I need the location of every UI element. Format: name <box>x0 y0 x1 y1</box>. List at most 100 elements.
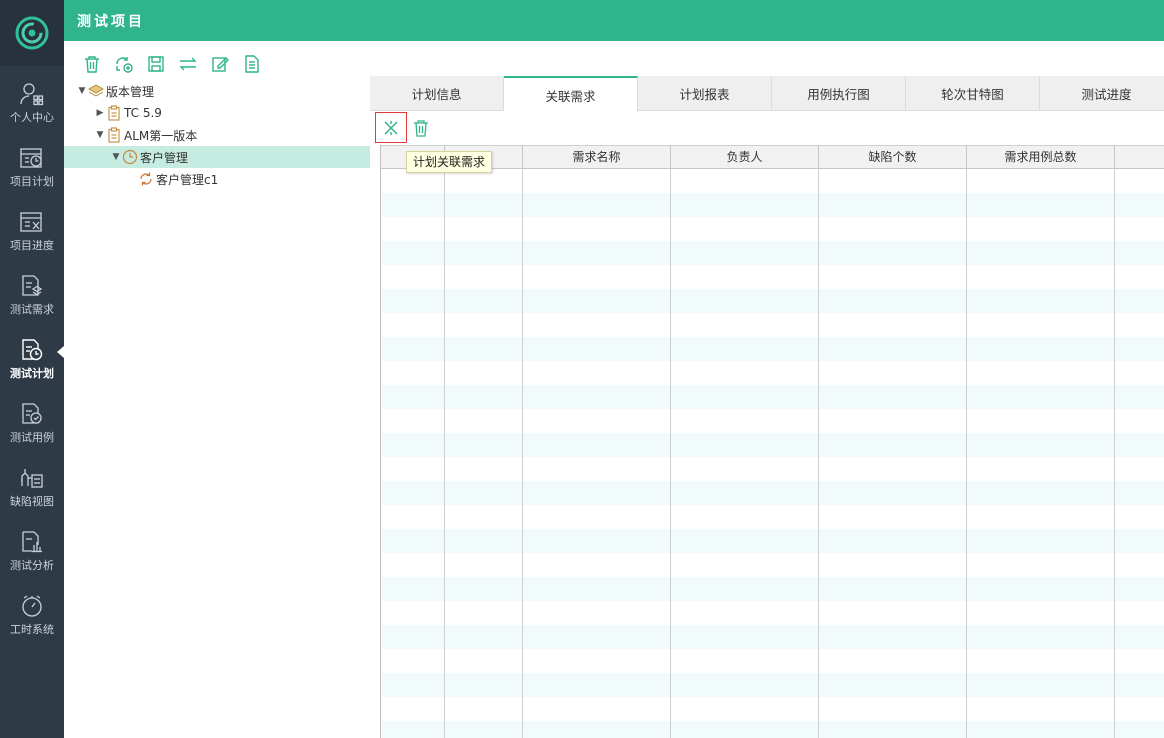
grid-body <box>381 169 1164 738</box>
left-nav: 个人中心 项目计划 项目进度 测试需求 测试计划 测试用例 缺陷视图 测试分析 … <box>0 0 64 738</box>
edit-button[interactable] <box>204 53 236 75</box>
table-row <box>381 673 1164 697</box>
nav-label: 测试计划 <box>10 367 54 380</box>
column-header-defect-count[interactable]: 缺陷个数 <box>819 146 967 169</box>
cycle-icon <box>138 171 154 187</box>
table-row <box>381 265 1164 289</box>
column-divider <box>1114 169 1115 738</box>
table-row <box>381 433 1164 457</box>
save-icon <box>148 56 164 72</box>
tab-plan-info[interactable]: 计划信息 <box>370 76 504 111</box>
timer-icon <box>22 595 42 617</box>
add-cycle-icon <box>116 57 133 73</box>
delete-button[interactable] <box>76 53 108 75</box>
nav-item-test-case[interactable]: 测试用例 <box>0 390 64 454</box>
column-header-case-total[interactable]: 需求用例总数 <box>967 146 1115 169</box>
column-divider <box>444 169 445 738</box>
collapse-arrow-icon[interactable]: ▼ <box>110 152 122 162</box>
nav-label: 测试需求 <box>10 303 54 316</box>
project-plan-icon <box>20 148 42 168</box>
column-header-more[interactable]: 计 <box>1115 146 1164 169</box>
expand-arrow-icon[interactable]: ▶ <box>94 108 106 118</box>
nav-item-test-plan[interactable]: 测试计划 <box>0 326 64 390</box>
test-case-icon <box>22 403 42 424</box>
test-analysis-icon <box>22 531 42 553</box>
column-divider <box>670 169 671 738</box>
clipboard-icon <box>106 105 122 121</box>
tree-node-label: 客户管理 <box>140 150 189 165</box>
person-icon <box>20 83 44 106</box>
nav-label: 工时系统 <box>10 623 54 636</box>
nav-item-test-analysis[interactable]: 测试分析 <box>0 518 64 582</box>
tree-node-alm-v1[interactable]: ▼ ALM第一版本 <box>64 124 370 146</box>
table-row <box>381 721 1164 738</box>
tab-bar: 计划信息 关联需求 计划报表 用例执行图 轮次甘特图 测试进度 <box>370 76 1164 112</box>
requirements-grid: ID 需求名称 负责人 缺陷个数 需求用例总数 计 <box>380 145 1164 738</box>
nav-label: 项目进度 <box>10 239 54 252</box>
swap-button[interactable] <box>172 53 204 75</box>
tab-plan-report[interactable]: 计划报表 <box>638 76 772 111</box>
nav-label: 测试分析 <box>10 559 54 572</box>
spiral-logo-icon <box>15 16 49 50</box>
list-button[interactable] <box>236 53 268 75</box>
table-row <box>381 169 1164 193</box>
nav-item-personal-center[interactable]: 个人中心 <box>0 70 64 134</box>
tab-test-progress[interactable]: 测试进度 <box>1040 76 1164 111</box>
nav-item-project-plan[interactable]: 项目计划 <box>0 134 64 198</box>
column-header-requirement-name[interactable]: 需求名称 <box>523 146 671 169</box>
add-round-button[interactable] <box>108 53 140 75</box>
column-divider <box>966 169 967 738</box>
tab-round-gantt[interactable]: 轮次甘特图 <box>906 76 1040 111</box>
table-row <box>381 649 1164 673</box>
swap-arrows-icon <box>179 57 197 71</box>
link-requirement-tooltip: 计划关联需求 <box>406 151 493 173</box>
collapse-arrow-icon[interactable]: ▼ <box>76 86 88 96</box>
document-list-icon <box>245 55 259 73</box>
table-row <box>381 457 1164 481</box>
tree-node-customer-management-c1[interactable]: 客户管理c1 <box>64 168 370 190</box>
edit-icon <box>212 57 229 72</box>
tree-node-tc59[interactable]: ▶ TC 5.9 <box>64 102 370 124</box>
column-divider <box>522 169 523 738</box>
tab-linked-requirements[interactable]: 关联需求 <box>504 76 638 112</box>
remove-requirement-button[interactable] <box>410 116 432 140</box>
collapse-arrow-icon[interactable]: ▼ <box>94 130 106 140</box>
grid-header: ID 需求名称 负责人 缺陷个数 需求用例总数 计 <box>381 145 1164 169</box>
link-requirement-button[interactable] <box>375 112 407 143</box>
nav-label: 缺陷视图 <box>10 495 54 508</box>
table-row <box>381 409 1164 433</box>
nav-label: 个人中心 <box>10 111 54 124</box>
table-row <box>381 313 1164 337</box>
link-requirement-icon <box>384 120 398 135</box>
layers-icon <box>88 83 104 99</box>
project-progress-icon <box>20 212 42 232</box>
app-logo[interactable] <box>0 0 64 66</box>
table-row <box>381 361 1164 385</box>
table-row <box>381 601 1164 625</box>
nav-item-test-requirement[interactable]: 测试需求 <box>0 262 64 326</box>
clock-icon <box>122 149 138 165</box>
column-header-owner[interactable]: 负责人 <box>671 146 819 169</box>
tree-node-customer-management[interactable]: ▼ 客户管理 <box>64 146 370 168</box>
table-row <box>381 241 1164 265</box>
save-button[interactable] <box>140 53 172 75</box>
column-divider <box>818 169 819 738</box>
tab-case-execution-chart[interactable]: 用例执行图 <box>772 76 906 111</box>
nav-item-project-progress[interactable]: 项目进度 <box>0 198 64 262</box>
nav-item-timesheet[interactable]: 工时系统 <box>0 582 64 646</box>
app-header: 测试项目 <box>64 0 1164 41</box>
nav-label: 项目计划 <box>10 175 54 188</box>
table-row <box>381 505 1164 529</box>
tree-toolbar <box>76 53 268 75</box>
trash-icon <box>414 120 428 137</box>
active-nav-pointer <box>57 346 64 358</box>
tree-node-version-management[interactable]: ▼ 版本管理 <box>64 80 370 102</box>
table-row <box>381 577 1164 601</box>
table-row <box>381 529 1164 553</box>
table-row <box>381 289 1164 313</box>
defect-view-icon <box>21 469 43 488</box>
page-title: 测试项目 <box>77 14 145 30</box>
tree-node-label: 版本管理 <box>106 84 155 99</box>
nav-item-defect-view[interactable]: 缺陷视图 <box>0 454 64 518</box>
tree-node-label: TC 5.9 <box>124 106 162 120</box>
